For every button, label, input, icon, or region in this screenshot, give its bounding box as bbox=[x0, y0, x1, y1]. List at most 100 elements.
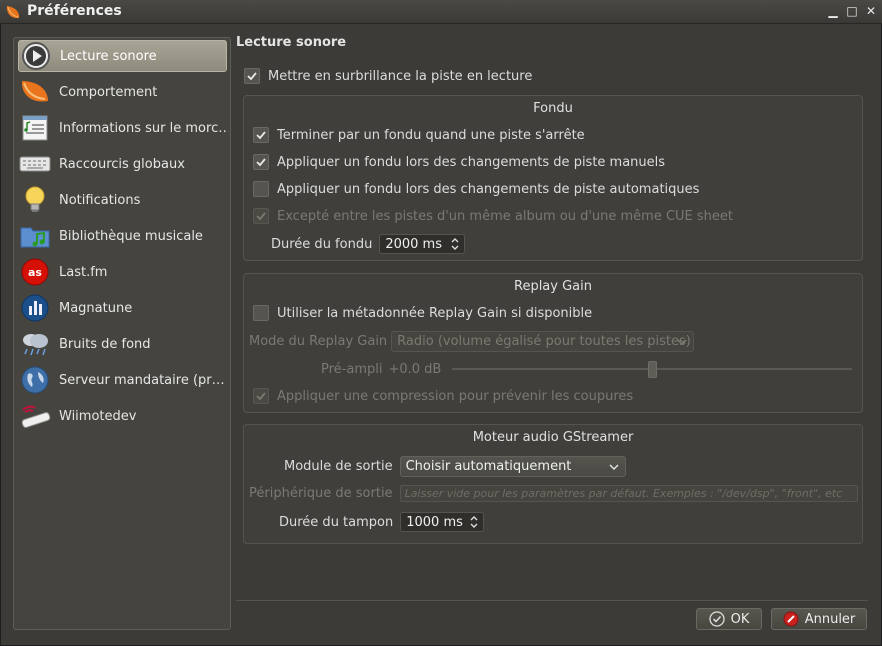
chevron-down-icon bbox=[609, 464, 619, 471]
fade-manual-checkbox[interactable] bbox=[253, 154, 269, 170]
highlight-track-label: Mettre en surbrillance la piste en lectu… bbox=[268, 68, 533, 84]
except-album-checkbox bbox=[253, 208, 269, 224]
fade-auto-checkbox[interactable] bbox=[253, 181, 269, 197]
replay-gain-mode-label: Mode du Replay Gain bbox=[249, 334, 388, 349]
preamp-row: Pré-ampli +0.0 dB bbox=[321, 362, 441, 377]
sidebar-item-song-info[interactable]: Informations sur le morc… bbox=[18, 112, 227, 144]
music-folder-icon bbox=[18, 220, 52, 252]
sidebar-item-label: Informations sur le morc… bbox=[59, 120, 227, 136]
preamp-value: +0.0 dB bbox=[388, 362, 442, 377]
fade-duration-label: Durée du fondu bbox=[271, 236, 373, 252]
chevron-down-icon bbox=[677, 339, 687, 346]
cancel-icon bbox=[783, 611, 799, 627]
checkmark-icon bbox=[247, 72, 257, 81]
sidebar-item-label: Comportement bbox=[59, 84, 158, 100]
fade-duration-value: 2000 ms bbox=[385, 236, 442, 252]
fade-on-stop-checkbox[interactable] bbox=[253, 127, 269, 143]
sidebar-item-label: Magnatune bbox=[59, 300, 133, 316]
sidebar-item-wiimotedev[interactable]: Wiimotedev bbox=[18, 400, 227, 432]
song-info-icon bbox=[18, 112, 52, 144]
button-separator bbox=[236, 600, 868, 601]
check-circle-icon bbox=[708, 611, 725, 627]
sidebar-item-notifications[interactable]: Notifications bbox=[18, 184, 227, 216]
compression-row: Appliquer une compression pour prévenir … bbox=[253, 388, 633, 404]
fade-group-title: Fondu bbox=[533, 101, 573, 116]
rain-cloud-icon bbox=[18, 328, 52, 360]
checkmark-icon bbox=[256, 212, 266, 221]
highlight-track-checkbox[interactable] bbox=[244, 68, 260, 84]
sidebar-item-label: Notifications bbox=[59, 192, 141, 208]
cancel-button[interactable]: Annuler bbox=[771, 608, 867, 630]
fade-on-stop-label: Terminer par un fondu quand une piste s'… bbox=[277, 127, 585, 143]
replay-gain-mode-value: Radio (volume égalisé pour toutes les pi… bbox=[397, 334, 691, 349]
output-device-row: Périphérique de sortie Laisser vide pour… bbox=[249, 485, 858, 502]
close-button[interactable]: ✕ bbox=[864, 4, 878, 18]
replay-gain-metadata-row[interactable]: Utiliser la métadonnée Replay Gain si di… bbox=[253, 305, 592, 321]
svg-text:as: as bbox=[28, 266, 42, 279]
compression-checkbox bbox=[253, 388, 269, 404]
replay-gain-group-title: Replay Gain bbox=[514, 279, 592, 294]
sidebar-item-label: Serveur mandataire (pr… bbox=[59, 372, 225, 388]
title-bar: Préférences ▁ □ ✕ bbox=[0, 0, 882, 24]
checkmark-icon bbox=[256, 131, 266, 140]
sidebar-item-global-shortcuts[interactable]: Raccourcis globaux bbox=[18, 148, 227, 180]
ok-button[interactable]: OK bbox=[696, 608, 762, 630]
sidebar-item-lastfm[interactable]: as Last.fm bbox=[18, 256, 227, 288]
lightbulb-icon bbox=[18, 184, 52, 216]
globe-icon bbox=[18, 364, 52, 396]
spin-arrows-icon[interactable] bbox=[450, 237, 460, 251]
buffer-duration-value: 1000 ms bbox=[406, 514, 463, 530]
sidebar-item-label: Bibliothèque musicale bbox=[59, 228, 203, 244]
replay-gain-mode-select: Radio (volume égalisé pour toutes les pi… bbox=[391, 331, 695, 352]
keyboard-icon bbox=[18, 148, 52, 180]
checkmark-icon bbox=[256, 158, 266, 167]
fade-manual-row[interactable]: Appliquer un fondu lors des changements … bbox=[253, 154, 665, 170]
output-module-select[interactable]: Choisir automatiquement bbox=[399, 456, 626, 477]
preamp-slider-handle bbox=[648, 361, 657, 378]
lastfm-icon: as bbox=[18, 256, 52, 288]
clementine-icon bbox=[18, 76, 52, 108]
fade-duration-row: Durée du fondu 2000 ms bbox=[271, 234, 466, 254]
output-module-value: Choisir automatiquement bbox=[405, 459, 572, 474]
sidebar-item-label: Bruits de fond bbox=[59, 336, 151, 352]
magnatune-icon bbox=[18, 292, 52, 324]
fade-manual-label: Appliquer un fondu lors des changements … bbox=[277, 154, 666, 170]
sidebar-item-label: Wiimotedev bbox=[59, 408, 137, 424]
sidebar-item-magnatune[interactable]: Magnatune bbox=[18, 292, 227, 324]
replay-gain-metadata-checkbox[interactable] bbox=[253, 305, 269, 321]
preferences-sidebar: Lecture sonore Comportement Informations… bbox=[13, 37, 231, 630]
gstreamer-group-title: Moteur audio GStreamer bbox=[472, 430, 634, 445]
sidebar-item-proxy[interactable]: Serveur mandataire (pr… bbox=[18, 364, 227, 396]
output-module-row: Module de sortie Choisir automatiquement bbox=[284, 456, 626, 477]
minimize-button[interactable]: ▁ bbox=[826, 4, 840, 18]
highlight-track-checkbox-row[interactable]: Mettre en surbrillance la piste en lectu… bbox=[244, 68, 532, 84]
fade-auto-label: Appliquer un fondu lors des changements … bbox=[277, 181, 700, 197]
maximize-button[interactable]: □ bbox=[845, 4, 859, 18]
ok-label: OK bbox=[730, 611, 750, 627]
play-icon bbox=[19, 40, 53, 72]
spin-arrows-icon[interactable] bbox=[469, 515, 479, 529]
fade-duration-spinbox[interactable]: 2000 ms bbox=[379, 234, 466, 254]
wiimote-icon bbox=[18, 400, 52, 432]
window-title: Préférences bbox=[27, 3, 122, 19]
output-device-input: Laisser vide pour les paramètres par déf… bbox=[399, 485, 858, 502]
sidebar-item-behaviour[interactable]: Comportement bbox=[18, 76, 227, 108]
buffer-duration-spinbox[interactable]: 1000 ms bbox=[400, 512, 485, 532]
sidebar-item-label: Raccourcis globaux bbox=[59, 156, 185, 172]
clementine-app-icon bbox=[6, 6, 20, 19]
output-device-label: Périphérique de sortie bbox=[249, 486, 393, 501]
page-title: Lecture sonore bbox=[236, 35, 347, 50]
fade-on-stop-row[interactable]: Terminer par un fondu quand une piste s'… bbox=[253, 127, 585, 143]
replay-gain-mode-row: Mode du Replay Gain Radio (volume égalis… bbox=[249, 331, 695, 352]
fade-auto-row[interactable]: Appliquer un fondu lors des changements … bbox=[253, 181, 699, 197]
output-module-label: Module de sortie bbox=[284, 459, 393, 474]
except-album-label: Excepté entre les pistes d'un même album… bbox=[277, 208, 733, 224]
cancel-label: Annuler bbox=[804, 611, 856, 627]
buffer-duration-label: Durée du tampon bbox=[279, 514, 394, 530]
sidebar-item-label: Lecture sonore bbox=[60, 48, 157, 64]
compression-label: Appliquer une compression pour prévenir … bbox=[277, 388, 634, 404]
sidebar-item-music-library[interactable]: Bibliothèque musicale bbox=[18, 220, 227, 252]
sidebar-item-playback[interactable]: Lecture sonore bbox=[18, 40, 227, 72]
sidebar-item-background-streams[interactable]: Bruits de fond bbox=[18, 328, 227, 360]
except-album-row: Excepté entre les pistes d'un même album… bbox=[253, 208, 733, 224]
